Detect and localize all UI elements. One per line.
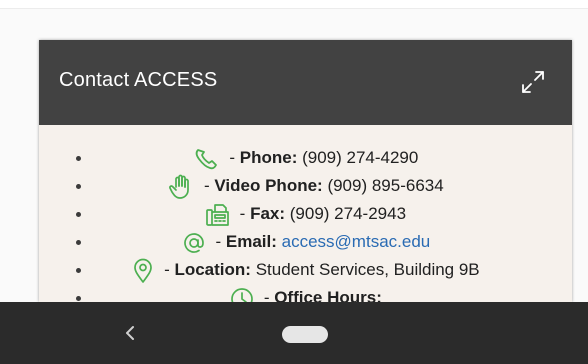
contact-item-phone: - Phone: (909) 274-4290 bbox=[39, 144, 572, 172]
separator: - bbox=[159, 260, 175, 279]
page-top-strip bbox=[0, 0, 588, 9]
fax-value: (909) 274-2943 bbox=[289, 204, 407, 223]
expand-button[interactable] bbox=[516, 65, 550, 99]
separator: - bbox=[210, 232, 226, 251]
list-bullet bbox=[76, 156, 81, 161]
separator: - bbox=[259, 288, 275, 302]
list-bullet bbox=[76, 296, 81, 301]
phone-label: Phone: bbox=[239, 148, 298, 167]
separator: - bbox=[224, 148, 240, 167]
contact-item-video-phone: - Video Phone: (909) 895-6634 bbox=[39, 172, 572, 200]
list-bullet bbox=[76, 212, 81, 217]
video-phone-label: Video Phone: bbox=[214, 176, 323, 195]
video-phone-value: (909) 895-6634 bbox=[327, 176, 444, 195]
contact-card: Contact ACCESS - Phone: (909) 274-4290 -… bbox=[39, 40, 572, 302]
map-pin-icon bbox=[131, 258, 155, 284]
list-bullet bbox=[76, 268, 81, 273]
fax-icon bbox=[205, 202, 231, 228]
back-button[interactable] bbox=[118, 319, 142, 347]
list-bullet bbox=[76, 240, 81, 245]
clock-icon bbox=[229, 286, 255, 302]
contact-item-email: - Email: access@mtsac.edu bbox=[39, 228, 572, 256]
sign-language-hand-icon bbox=[167, 174, 195, 200]
phone-value: (909) 274-4290 bbox=[302, 148, 419, 167]
location-value: Student Services, Building 9B bbox=[255, 260, 480, 279]
list-bullet bbox=[76, 184, 81, 189]
contact-item-location: - Location: Student Services, Building 9… bbox=[39, 256, 572, 284]
expand-arrows-icon bbox=[522, 71, 544, 93]
at-sign-icon bbox=[181, 230, 207, 256]
separator: - bbox=[234, 204, 251, 223]
email-label: Email: bbox=[225, 232, 277, 251]
email-link[interactable]: access@mtsac.edu bbox=[282, 232, 431, 251]
office-hours-label: Office Hours: bbox=[274, 288, 382, 302]
card-title: Contact ACCESS bbox=[59, 69, 218, 91]
contact-list: - Phone: (909) 274-4290 - Video Phone: (… bbox=[39, 144, 572, 302]
card-header: Contact ACCESS bbox=[39, 40, 572, 125]
system-navigation-bar bbox=[0, 302, 588, 364]
separator: - bbox=[199, 176, 215, 195]
location-label: Location: bbox=[174, 260, 251, 279]
phone-icon bbox=[193, 147, 221, 171]
fax-label: Fax: bbox=[250, 204, 286, 223]
contact-item-office-hours: - Office Hours: bbox=[39, 284, 572, 302]
contact-item-fax: - Fax: (909) 274-2943 bbox=[39, 200, 572, 228]
home-pill[interactable] bbox=[282, 326, 328, 343]
back-chevron-icon bbox=[126, 326, 134, 340]
